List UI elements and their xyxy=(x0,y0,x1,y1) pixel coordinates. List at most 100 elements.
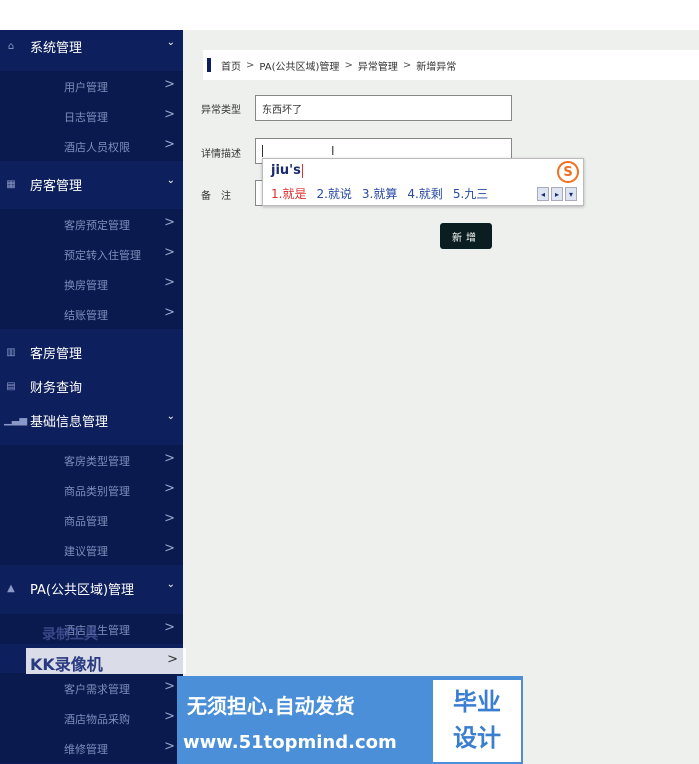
menu-dropdown-icon[interactable]: ▾ xyxy=(565,187,577,201)
remark-label: 备 注 xyxy=(201,191,231,202)
ime-pager: ◂ ▸ ▾ xyxy=(537,187,577,201)
building-icon: ▥ xyxy=(6,346,16,358)
sidebar-group-pa[interactable]: ▲ PA(公共区域)管理 ⌄ xyxy=(0,572,183,604)
chevron-right-icon: > xyxy=(164,679,175,694)
ime-composition-text: jiu's xyxy=(271,163,301,178)
sidebar-item-label: 维修管理 xyxy=(64,743,108,756)
chevron-right-icon: > xyxy=(164,77,175,92)
chevron-right-icon: > xyxy=(164,137,175,152)
ime-candidate-list: 1.就是 2.就说 3.就算 4.就剩 5.九三 xyxy=(271,185,488,202)
sidebar-item-label: 客房类型管理 xyxy=(64,455,130,468)
banner-text: 无须担心.自动发货 xyxy=(187,694,355,718)
main-content: 首页 > PA(公共区域)管理 > 异常管理 > 新增异常 异常类型 东西坏了 … xyxy=(183,30,699,764)
next-page-icon[interactable]: ▸ xyxy=(551,187,563,201)
chevron-right-icon: > xyxy=(164,481,175,496)
sidebar-group-label: 基础信息管理 xyxy=(30,414,109,430)
prev-page-icon[interactable]: ◂ xyxy=(537,187,549,201)
chevron-right-icon: > xyxy=(164,620,175,635)
sidebar-item-room-change[interactable]: 换房管理 > xyxy=(0,269,183,299)
sidebar-item-products[interactable]: 商品管理 > xyxy=(0,505,183,535)
ime-candidate[interactable]: 5.九三 xyxy=(453,185,488,202)
chevron-right-icon: > xyxy=(164,511,175,526)
ime-candidate-window: jiu's S 1.就是 2.就说 3.就算 4.就剩 5.九三 ◂ ▸ ▾ xyxy=(262,158,584,206)
sidebar-item-label: 建议管理 xyxy=(64,545,108,558)
banner-side: 毕业 设计 xyxy=(433,680,521,762)
grid-icon: ▦ xyxy=(6,178,16,190)
banner-url: www.51topmind.com xyxy=(183,732,397,753)
ime-candidate[interactable]: 4.就剩 xyxy=(407,185,442,202)
card-icon: ▤ xyxy=(6,380,16,392)
sidebar-item-staff-permissions[interactable]: 酒店人员权限 > xyxy=(0,131,183,161)
breadcrumb-pa[interactable]: PA(公共区域)管理 xyxy=(259,58,339,73)
sidebar-item-product-categories[interactable]: 商品类别管理 > xyxy=(0,475,183,505)
warning-icon: ▲ xyxy=(7,582,15,594)
sidebar-group-basic-info[interactable]: ▁▃▅ 基础信息管理 ⌄ xyxy=(0,404,183,436)
breadcrumb-home[interactable]: 首页 xyxy=(221,58,241,73)
sidebar-item-checkout[interactable]: 结账管理 > xyxy=(0,299,183,329)
description-label: 详情描述 xyxy=(201,149,241,160)
sidebar-item-label: 商品类别管理 xyxy=(64,485,130,498)
chevron-right-icon: > xyxy=(164,451,175,466)
chevron-right-icon: > xyxy=(164,305,175,320)
chevron-down-icon: ⌄ xyxy=(166,411,175,422)
sidebar-item-label: 酒店人员权限 xyxy=(64,141,130,154)
chevron-down-icon: ⌄ xyxy=(166,579,175,590)
sidebar-item-reservation-checkin[interactable]: 预定转入住管理 > xyxy=(0,239,183,269)
sidebar-group-system[interactable]: ⌂ 系统管理 ⌄ xyxy=(0,30,183,62)
ime-candidate[interactable]: 2.就说 xyxy=(316,185,351,202)
ime-composition: jiu's xyxy=(271,163,303,178)
sidebar-item-label: 换房管理 xyxy=(64,279,108,292)
banner-side-text: 毕业 xyxy=(453,688,501,716)
chevron-right-icon: > xyxy=(164,739,175,754)
sidebar-item-logs[interactable]: 日志管理 > xyxy=(0,101,183,131)
watermark-text: KK录像机 xyxy=(30,655,103,674)
sidebar-group-guests[interactable]: ▦ 房客管理 ⌄ xyxy=(0,168,183,200)
sidebar-item-label: 客户需求管理 xyxy=(64,683,130,696)
chevron-down-icon: ⌄ xyxy=(166,175,175,186)
text-cursor xyxy=(262,145,263,157)
sidebar-item-suggestions[interactable]: 建议管理 > xyxy=(0,535,183,565)
ibeam-cursor-icon: I xyxy=(331,144,335,158)
breadcrumb: 首页 > PA(公共区域)管理 > 异常管理 > 新增异常 xyxy=(203,50,699,80)
breadcrumb-separator: > xyxy=(402,59,412,71)
exception-type-value: 东西坏了 xyxy=(262,104,302,116)
sidebar-group-rooms[interactable]: ▥ 客房管理 xyxy=(0,336,183,368)
breadcrumb-separator: > xyxy=(246,59,255,71)
ad-banner: 无须担心.自动发货 www.51topmind.com 毕业 设计 xyxy=(177,676,523,764)
sidebar-item-reservations[interactable]: 客房预定管理 > xyxy=(0,209,183,239)
sidebar-group-label: 系统管理 xyxy=(30,40,83,56)
sidebar-group-label: PA(公共区域)管理 xyxy=(30,582,135,598)
chevron-right-icon: > xyxy=(164,709,175,724)
watermark-text: 录制工具 xyxy=(42,627,98,643)
sogou-logo-icon: S xyxy=(557,161,579,183)
sidebar-item-room-types[interactable]: 客房类型管理 > xyxy=(0,445,183,475)
sidebar-item-label: 酒店物品采购 xyxy=(64,713,130,726)
sidebar-item-maintenance[interactable]: 维修管理 > xyxy=(0,733,183,763)
add-button[interactable]: 新增 xyxy=(440,223,492,249)
breadcrumb-current: 新增异常 xyxy=(416,61,457,73)
chevron-right-icon: > xyxy=(167,652,178,667)
breadcrumb-separator: > xyxy=(344,59,353,71)
exception-type-label: 异常类型 xyxy=(201,105,241,116)
bar-chart-icon: ▁▃▅ xyxy=(4,414,28,426)
exception-type-input[interactable]: 东西坏了 xyxy=(255,95,512,121)
ime-candidate[interactable]: 1.就是 xyxy=(271,185,306,202)
chevron-right-icon: > xyxy=(164,275,175,290)
chevron-right-icon: > xyxy=(164,245,175,260)
sidebar-item-label: 用户管理 xyxy=(64,81,108,94)
ime-candidate[interactable]: 3.就算 xyxy=(362,185,397,202)
sidebar-group-label: 房客管理 xyxy=(30,178,83,194)
sidebar-item-label: 客房预定管理 xyxy=(64,219,130,232)
sidebar-item-customer-needs[interactable]: 客户需求管理 > xyxy=(0,673,183,703)
sidebar-group-label: 财务查询 xyxy=(30,380,83,396)
chevron-down-icon: ⌄ xyxy=(166,37,175,48)
home-icon: ⌂ xyxy=(7,40,15,52)
banner-side-text: 设计 xyxy=(453,724,501,752)
sidebar-item-label: 日志管理 xyxy=(64,111,108,124)
breadcrumb-exceptions[interactable]: 异常管理 xyxy=(358,58,398,73)
sidebar-item-users[interactable]: 用户管理 > xyxy=(0,71,183,101)
sidebar-group-finance[interactable]: ▤ 财务查询 xyxy=(0,370,183,402)
ime-caret xyxy=(301,163,303,178)
recorder-watermark: 录制工具 KK录像机 > xyxy=(26,627,186,674)
sidebar-item-purchasing[interactable]: 酒店物品采购 > xyxy=(0,703,183,733)
